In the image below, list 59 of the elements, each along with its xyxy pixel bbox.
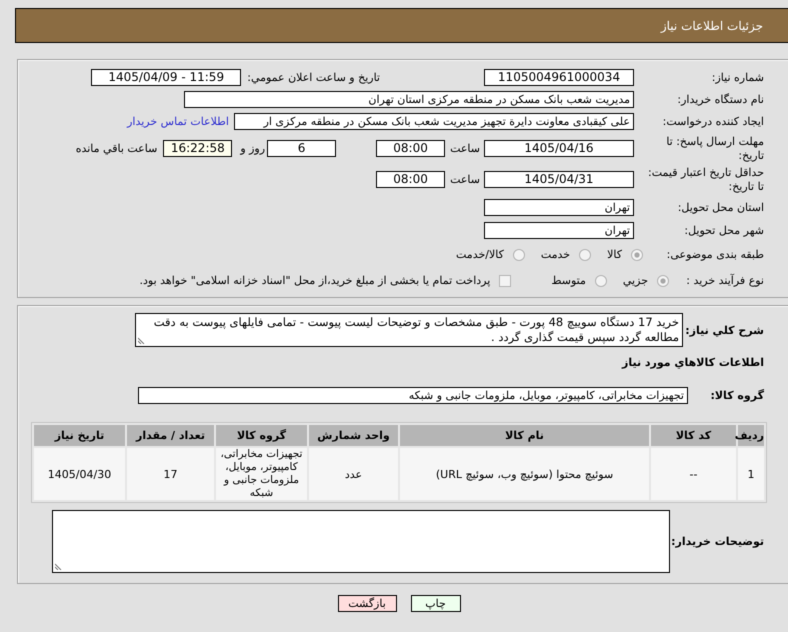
deadline-time-field[interactable]: 08:00 — [376, 140, 446, 157]
days-label: روز و — [240, 142, 266, 155]
radio-option[interactable]: خدمت — [540, 248, 592, 261]
field-label: شماره نیاز: — [710, 71, 764, 84]
province-field[interactable]: تهران — [484, 198, 634, 216]
table-cell: -- — [651, 448, 736, 500]
field-label: نوع فرآیند خرید : — [685, 274, 764, 287]
need-number-field[interactable]: 1105004961000034 — [484, 69, 634, 86]
column-header: واحد شمارش — [309, 425, 398, 446]
buyer-notes-field[interactable] — [52, 510, 670, 573]
field-label: گروه کالا: — [709, 389, 764, 402]
column-header: کد کالا — [651, 425, 736, 446]
field-label: ایجاد کننده درخواست: — [662, 115, 764, 128]
column-header: ردیف — [738, 425, 764, 446]
checkbox-option[interactable]: پرداخت تمام یا بخشی از مبلغ خرید،از محل "اسناد خزانه اسلامی" خواهد بود. — [140, 274, 512, 287]
column-header: تاریخ نیاز — [34, 425, 125, 446]
radio-option[interactable]: کالا/خدمت — [456, 248, 525, 261]
column-header: گروه کالا — [216, 425, 307, 446]
validity-date-field[interactable]: 1405/04/31 — [484, 171, 634, 188]
field-label: حداقل تاریخ اعتبار قیمت: تا تاریخ: — [647, 166, 764, 194]
field-label: مهلت ارسال پاسخ: تا تاریخ: — [665, 134, 764, 162]
remaining-label: ساعت باقي مانده — [76, 142, 158, 155]
table-cell: 1405/04/30 — [34, 448, 125, 500]
field-label: شهر محل تحویل: — [683, 224, 764, 236]
back-button[interactable]: بازگشت — [338, 595, 396, 612]
table-cell: تجهیزات مخابراتی، کامپیوتر، موبایل، ملزومات جانبی و شبکه — [216, 448, 307, 500]
time-label: ساعت — [450, 142, 480, 155]
radio-option[interactable]: متوسط — [551, 274, 607, 287]
resize-grip-icon — [55, 562, 63, 570]
field-label: شرح کلي نیاز: — [684, 324, 764, 336]
field-label: طبقه بندی موضوعی: — [666, 248, 764, 261]
requester-field[interactable]: علی کیقبادی معاونت دایرة تجهیز مدیریت شعب بانک مسکن در منطقه مرکزی ار — [234, 113, 634, 130]
section-title: اطلاعات کالاهاي مورد نیاز — [622, 355, 764, 370]
print-button[interactable]: چاپ — [410, 595, 460, 612]
buyer-name-field[interactable]: مدیریت شعب بانک مسکن در منطقه مرکزی استان تهران — [184, 90, 634, 108]
table-cell: عدد — [309, 448, 398, 500]
contact-link[interactable]: اطلاعات تماس خریدار — [127, 115, 229, 128]
time-label: ساعت — [450, 173, 480, 186]
remaining-time-field[interactable]: 16:22:58 — [163, 140, 232, 157]
field-label: نام دستگاه خریدار: — [676, 92, 764, 106]
goods-group-field[interactable]: تجهیزات مخابراتی، کامپیوتر، موبایل، ملزومات جانبی و شبکه — [138, 387, 688, 404]
description-field[interactable]: خرید 17 دستگاه سوییچ 48 پورت - طبق مشخصات و توضیحات لیست پیوست - تمامی فایلهای پیوست به دقت مطالعه گردد سپس قیمت گذاری گردد . — [135, 313, 683, 347]
table-cell: 17 — [127, 448, 214, 500]
page-title: جزئیات اطلاعات نیاز — [660, 18, 763, 32]
city-field[interactable]: تهران — [484, 222, 634, 238]
table-cell: سوئیچ محتوا (سوئیچ وب، سوئیچ URL) — [400, 448, 649, 500]
column-header: تعداد / مقدار — [127, 425, 214, 446]
radio-option[interactable]: جزيي — [622, 274, 669, 287]
deadline-date-field[interactable]: 1405/04/16 — [484, 140, 634, 157]
validity-time-field[interactable]: 08:00 — [376, 171, 446, 188]
table-cell: 1 — [738, 448, 764, 500]
field-label: استان محل تحویل: — [676, 200, 764, 214]
field-label: توضیحات خریدار: — [670, 535, 764, 548]
column-header: نام کالا — [400, 425, 649, 446]
radio-option[interactable]: کالا — [607, 248, 643, 261]
days-field[interactable]: 6 — [267, 140, 336, 157]
resize-grip-icon — [138, 336, 146, 344]
field-label: تاریخ و ساعت اعلان عمومي: — [247, 71, 380, 84]
announcement-field[interactable]: 1405/04/09 - 11:59 — [91, 69, 242, 86]
